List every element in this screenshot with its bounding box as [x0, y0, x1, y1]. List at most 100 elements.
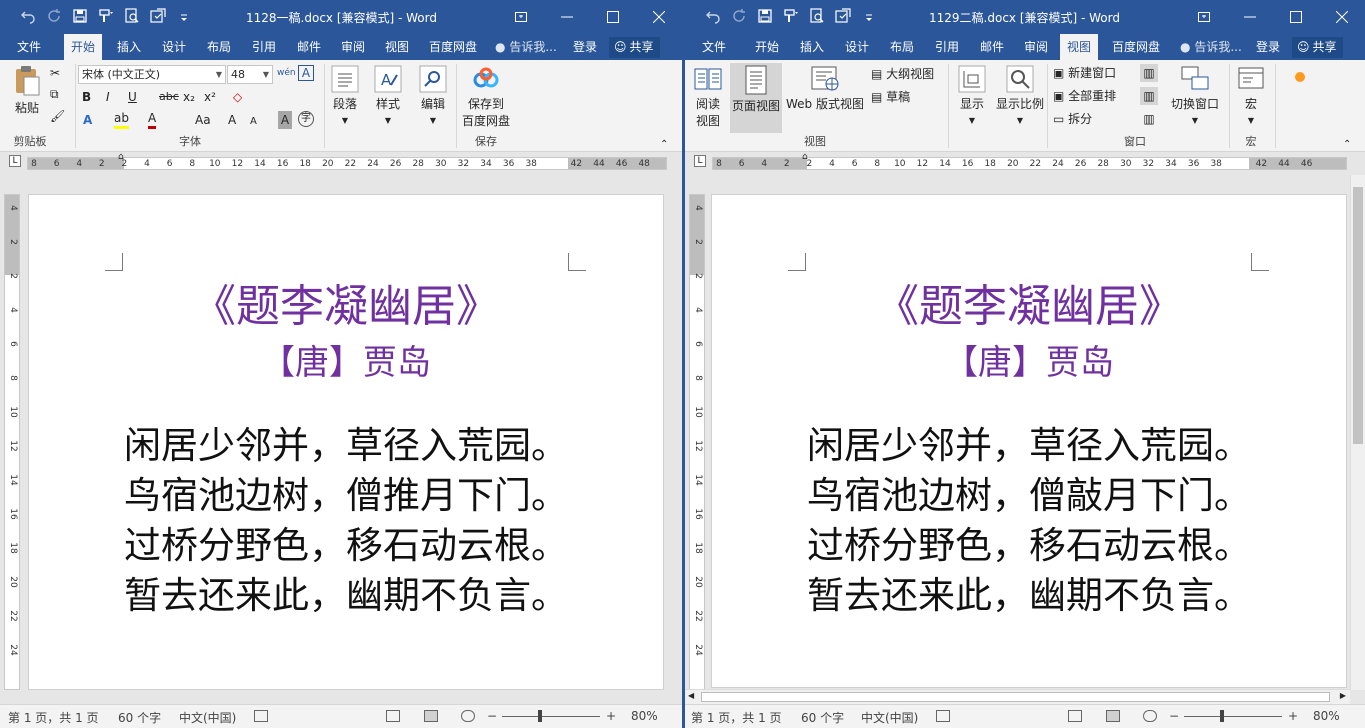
- redo-icon[interactable]: [729, 6, 749, 26]
- font-color-icon[interactable]: A: [148, 111, 157, 129]
- tab-home[interactable]: 开始: [748, 34, 786, 60]
- arrange-all-button[interactable]: ▣ 全部重排: [1053, 87, 1116, 105]
- login-link[interactable]: 登录: [573, 34, 597, 60]
- tab-review[interactable]: 审阅: [334, 34, 372, 60]
- phonetic-guide-icon[interactable]: wén: [277, 64, 296, 82]
- horizontal-scrollbar[interactable]: ◀ ▶: [685, 689, 1350, 704]
- close-icon[interactable]: [636, 0, 682, 34]
- cut-icon[interactable]: ✂: [50, 64, 60, 82]
- tab-selector-icon[interactable]: L: [9, 155, 21, 167]
- zoom-slider[interactable]: [1184, 716, 1282, 717]
- tab-baidu[interactable]: 百度网盘: [1105, 34, 1167, 60]
- macro-record-icon[interactable]: [254, 710, 268, 722]
- scroll-left-icon[interactable]: ◀: [688, 687, 694, 705]
- close-icon[interactable]: [1319, 0, 1365, 34]
- superscript-button[interactable]: x²: [204, 88, 216, 106]
- print-layout-button[interactable]: 页面视图: [730, 63, 782, 133]
- tab-layout[interactable]: 布局: [200, 34, 238, 60]
- char-shading-icon[interactable]: A: [278, 111, 292, 129]
- macros-button[interactable]: 宏 ▼: [1235, 65, 1267, 126]
- split-button[interactable]: ▭ 拆分: [1053, 110, 1092, 128]
- word-count[interactable]: 60 个字: [801, 709, 844, 726]
- new-window-button[interactable]: ▣ 新建窗口: [1053, 64, 1116, 82]
- font-name-select[interactable]: 宋体 (中文正文) ▼: [78, 65, 226, 84]
- editing-button[interactable]: 编辑 ▼: [418, 65, 448, 126]
- customize-qat-icon[interactable]: [174, 6, 194, 26]
- grow-font-button[interactable]: A: [228, 111, 236, 129]
- format-painter-icon[interactable]: [96, 6, 116, 26]
- tab-file[interactable]: 文件: [10, 34, 48, 60]
- read-mode-icon[interactable]: [1068, 710, 1082, 722]
- minimize-icon[interactable]: [544, 0, 590, 34]
- zoom-slider-thumb[interactable]: [1220, 710, 1224, 722]
- share-button[interactable]: ☺ 共享: [609, 37, 660, 58]
- language-indicator[interactable]: 中文(中国): [179, 709, 236, 726]
- tab-design[interactable]: 设计: [155, 34, 193, 60]
- save-to-baidu-button[interactable]: 保存到 百度网盘: [461, 65, 511, 129]
- print-preview-icon[interactable]: [122, 6, 142, 26]
- tab-baidu[interactable]: 百度网盘: [422, 34, 484, 60]
- tab-references[interactable]: 引用: [245, 34, 283, 60]
- customize-qat-icon[interactable]: [859, 6, 879, 26]
- undo-icon[interactable]: [703, 6, 723, 26]
- ribbon-display-options-icon[interactable]: [498, 0, 544, 34]
- shrink-font-button[interactable]: A: [250, 113, 257, 131]
- minimize-icon[interactable]: [1227, 0, 1273, 34]
- tab-review[interactable]: 审阅: [1017, 34, 1055, 60]
- print-layout-icon[interactable]: [424, 710, 438, 722]
- char-border-icon[interactable]: A: [298, 65, 314, 81]
- web-layout-icon[interactable]: [461, 710, 475, 722]
- document-page[interactable]: 《题李凝幽居》 【唐】贾岛 闲居少邻并，草径入荒园。 鸟宿池边树，僧推月下门。 …: [28, 194, 664, 690]
- switch-windows-button[interactable]: 切换窗口 ▼: [1167, 65, 1223, 126]
- view-side-by-side-icon[interactable]: ▥: [1140, 64, 1158, 82]
- italic-button[interactable]: I: [106, 88, 110, 106]
- document-page[interactable]: 《题李凝幽居》 【唐】贾岛 闲居少邻并，草径入荒园。 鸟宿池边树，僧敲月下门。 …: [711, 194, 1347, 688]
- tab-selector-icon[interactable]: L: [694, 155, 706, 167]
- underline-button[interactable]: U: [128, 88, 137, 106]
- format-painter-icon[interactable]: [781, 6, 801, 26]
- zoom-slider[interactable]: [502, 716, 600, 717]
- tab-mailings[interactable]: 邮件: [290, 34, 328, 60]
- zoom-in-button[interactable]: +: [1288, 709, 1298, 723]
- touch-mode-icon[interactable]: [148, 6, 168, 26]
- paste-button[interactable]: 粘贴: [10, 65, 44, 116]
- language-indicator[interactable]: 中文(中国): [861, 709, 918, 726]
- zoom-level[interactable]: 80%: [1313, 709, 1340, 723]
- tab-mailings[interactable]: 邮件: [973, 34, 1011, 60]
- paragraph-button[interactable]: 段落 ▼: [330, 65, 360, 126]
- vertical-scroll-thumb[interactable]: [1353, 187, 1363, 444]
- indent-marker-icon[interactable]: ⌂: [802, 152, 808, 170]
- undo-icon[interactable]: [18, 6, 38, 26]
- read-mode-button[interactable]: 阅读 视图: [691, 65, 725, 129]
- word-count[interactable]: 60 个字: [118, 709, 161, 726]
- share-button[interactable]: ☺ 共享: [1292, 37, 1343, 58]
- collapse-ribbon-icon[interactable]: ⌃: [1343, 136, 1351, 154]
- collapse-ribbon-icon[interactable]: ⌃: [660, 136, 668, 154]
- page-count[interactable]: 第 1 页，共 1 页: [691, 709, 782, 726]
- text-effects-icon[interactable]: A: [83, 111, 92, 129]
- tab-view[interactable]: 视图: [1060, 34, 1099, 60]
- redo-icon[interactable]: [44, 6, 64, 26]
- tab-design[interactable]: 设计: [838, 34, 876, 60]
- outline-view-button[interactable]: ▤ 大纲视图: [871, 65, 934, 83]
- sync-scroll-icon[interactable]: ▥: [1140, 87, 1158, 105]
- zoom-in-button[interactable]: +: [606, 709, 616, 723]
- bold-button[interactable]: B: [82, 88, 91, 106]
- maximize-icon[interactable]: [590, 0, 636, 34]
- clear-format-icon[interactable]: ◇: [233, 88, 242, 106]
- save-icon[interactable]: [70, 6, 90, 26]
- read-mode-icon[interactable]: [386, 710, 400, 722]
- subscript-button[interactable]: x₂: [183, 88, 195, 106]
- tab-insert[interactable]: 插入: [110, 34, 148, 60]
- tab-layout[interactable]: 布局: [883, 34, 921, 60]
- print-preview-icon[interactable]: [807, 6, 827, 26]
- indent-marker-icon[interactable]: ⌂: [118, 152, 124, 170]
- tab-file[interactable]: 文件: [695, 34, 733, 60]
- strikethrough-button[interactable]: abc: [159, 88, 179, 106]
- reset-window-icon[interactable]: ▥: [1140, 110, 1158, 128]
- highlight-icon[interactable]: ab: [114, 111, 129, 129]
- tell-me-box[interactable]: ● 告诉我...: [1180, 34, 1242, 60]
- font-size-select[interactable]: 48 ▼: [227, 65, 273, 84]
- maximize-icon[interactable]: [1273, 0, 1319, 34]
- print-layout-icon[interactable]: [1106, 710, 1120, 722]
